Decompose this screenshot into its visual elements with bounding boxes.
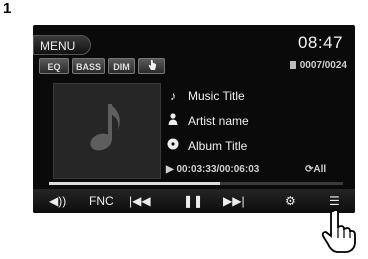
settings-button[interactable]: ⚙: [285, 194, 296, 208]
progress-bar[interactable]: [49, 182, 343, 185]
list-button[interactable]: ☰: [329, 194, 340, 208]
music-note-icon: ♪: [170, 89, 176, 103]
album-art: [53, 83, 161, 179]
music-title: Music Title: [188, 89, 245, 103]
volume-button[interactable]: ◀)): [49, 194, 66, 208]
artist-row: Artist name: [166, 113, 249, 128]
track-counter: 0007/0024: [289, 60, 347, 71]
menu-button[interactable]: MENU: [33, 35, 91, 55]
playback-time: ▶ 00:03:33/00:06:03: [166, 164, 260, 175]
clock: 08:47: [297, 33, 343, 52]
artist-name: Artist name: [188, 114, 249, 128]
pause-icon: ❚❚: [183, 194, 204, 208]
list-icon: ☰: [329, 194, 340, 208]
album-row: Album Title: [166, 138, 247, 153]
pointing-hand-icon: [319, 208, 359, 259]
fnc-button[interactable]: FNC: [89, 194, 114, 208]
file-icon: [289, 61, 296, 69]
gear-icon: ⚙: [285, 194, 296, 208]
repeat-mode[interactable]: ⟳All: [305, 164, 326, 175]
music-note-icon: [90, 104, 120, 151]
prev-button[interactable]: |◀◀: [129, 194, 151, 208]
album-title: Album Title: [188, 139, 248, 153]
disc-icon: [166, 138, 180, 153]
person-icon: [166, 113, 180, 128]
skip-back-icon: |◀◀: [129, 194, 151, 208]
hand-button[interactable]: [138, 58, 165, 74]
step-number: 1: [3, 0, 12, 17]
media-player-screen: MENU 08:47 EQ BASS DIM 0007/0024 ♪ Music …: [33, 25, 355, 213]
bass-button[interactable]: BASS: [72, 58, 105, 74]
hand-icon: [147, 60, 157, 73]
eq-button[interactable]: EQ: [39, 58, 69, 74]
play-icon: ▶: [166, 164, 174, 175]
skip-forward-icon: ▶▶|: [223, 194, 245, 208]
pause-button[interactable]: ❚❚: [183, 194, 203, 208]
progress-fill: [49, 182, 220, 185]
speaker-icon: ◀)): [49, 194, 67, 208]
dim-button[interactable]: DIM: [108, 58, 135, 74]
next-button[interactable]: ▶▶|: [223, 194, 245, 208]
title-row: ♪ Music Title: [166, 89, 245, 103]
